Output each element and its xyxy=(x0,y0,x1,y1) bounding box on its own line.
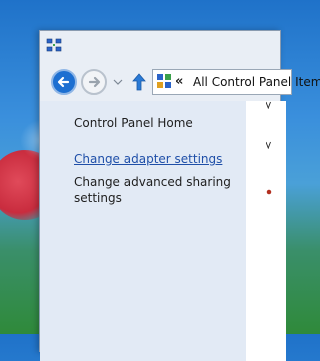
address-bar[interactable]: « All Control Panel Items xyxy=(152,69,320,95)
back-button[interactable] xyxy=(51,69,77,95)
control-panel-home-link[interactable]: Control Panel Home xyxy=(74,115,244,131)
up-arrow-icon[interactable] xyxy=(131,72,147,92)
main-content-pane xyxy=(246,101,286,361)
control-panel-icon xyxy=(157,74,171,88)
partial-text-glyph xyxy=(266,141,271,149)
change-adapter-settings-link[interactable]: Change adapter settings xyxy=(74,151,244,167)
network-sharing-icon xyxy=(46,38,62,52)
change-advanced-sharing-link[interactable]: Change advanced sharing settings xyxy=(74,174,244,206)
partial-network-icon xyxy=(266,189,272,195)
forward-button[interactable] xyxy=(81,69,107,95)
chevron-down-icon[interactable] xyxy=(113,78,123,86)
sidebar: Control Panel Home Change adapter settin… xyxy=(40,101,246,361)
navigation-bar: « All Control Panel Items xyxy=(40,61,320,101)
network-sharing-window: « All Control Panel Items Control Panel … xyxy=(39,30,320,361)
partial-text-glyph xyxy=(266,101,271,109)
address-path[interactable]: All Control Panel Items xyxy=(193,75,320,89)
back-arrow-icon xyxy=(57,76,70,88)
forward-arrow-icon xyxy=(88,76,101,88)
address-chevron[interactable]: « xyxy=(175,74,183,89)
title-bar xyxy=(40,31,280,61)
